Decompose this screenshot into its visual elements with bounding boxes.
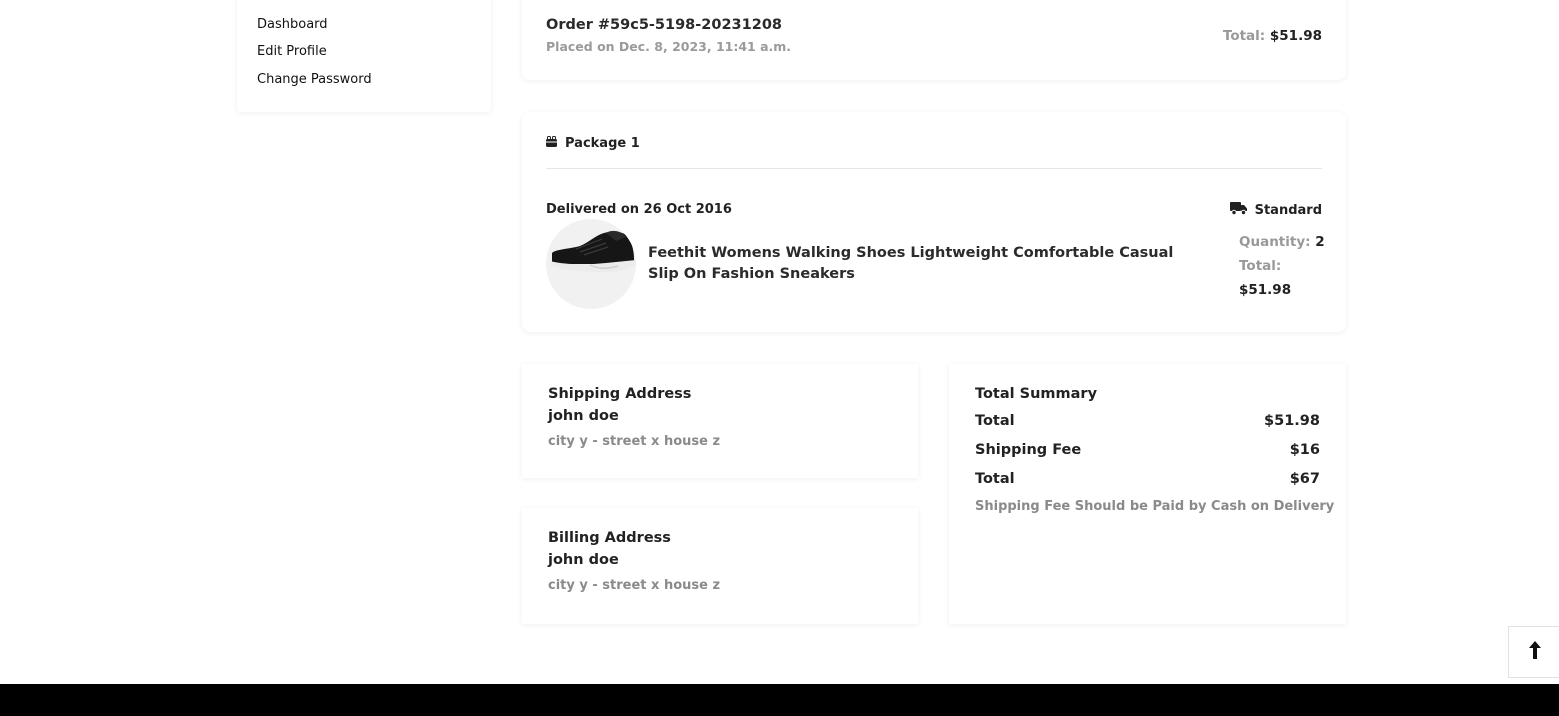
package-header: Package 1 [546, 136, 640, 151]
shipping-address-title: Shipping Address [548, 386, 692, 402]
summary-row-value: $51.98 [1264, 413, 1320, 429]
shipping-address-line: city y - street x house z [548, 434, 721, 449]
summary-note: Shipping Fee Should be Paid by Cash on D… [975, 499, 1335, 514]
order-id: Order #59c5-5198-20231208 [546, 17, 783, 33]
order-header-card: Order #59c5-5198-20231208 Placed on Dec.… [522, 0, 1346, 80]
delivery-status: Delivered on 26 Oct 2016 [546, 202, 732, 217]
sidebar-item-change-password[interactable]: Change Password [257, 72, 372, 87]
item-total-label: Total: [1239, 258, 1282, 274]
product-name[interactable]: Feethit Womens Walking Shoes Lightweight… [648, 243, 1208, 285]
summary-row: Total $67 [975, 471, 1320, 487]
summary-row: Shipping Fee $16 [975, 442, 1320, 458]
summary-row: Total $51.98 [975, 413, 1320, 429]
arrow-up-icon [1528, 641, 1541, 663]
sidebar-item-edit-profile[interactable]: Edit Profile [257, 44, 327, 59]
scroll-top-button[interactable] [1508, 626, 1559, 678]
order-total-label: Total: [1222, 28, 1266, 44]
summary-row-label: Total [975, 413, 1015, 429]
footer [0, 684, 1559, 716]
package-title: Package 1 [565, 136, 640, 151]
truck-icon [1229, 202, 1247, 219]
quantity-label: Quantity: [1239, 234, 1311, 250]
shipping-address-name: john doe [548, 408, 619, 424]
billing-address-card: Billing Address john doe city y - street… [522, 508, 918, 624]
summary-row-value: $16 [1289, 442, 1320, 458]
order-total: Total: $51.98 [1223, 28, 1322, 44]
order-placed-date: Placed on Dec. 8, 2023, 11:41 a.m. [546, 39, 792, 54]
order-total-value: $51.98 [1269, 28, 1322, 44]
sidebar-item-dashboard[interactable]: Dashboard [257, 17, 328, 32]
account-sidebar: Dashboard Edit Profile Change Password [237, 0, 491, 112]
billing-address-line: city y - street x house z [548, 578, 721, 593]
product-image[interactable] [546, 219, 636, 309]
package-divider [546, 168, 1322, 169]
product-quantity-total: Quantity: 2 Total: $51.98 [1239, 230, 1325, 302]
shipping-address-card: Shipping Address john doe city y - stree… [522, 364, 918, 478]
summary-title: Total Summary [975, 386, 1098, 402]
billing-address-name: john doe [548, 552, 619, 568]
item-total-value: $51.98 [1239, 282, 1292, 298]
summary-row-label: Total [975, 471, 1015, 487]
summary-row-value: $67 [1289, 471, 1320, 487]
shipping-method: Standard [1229, 202, 1322, 219]
package-card: Package 1 Delivered on 26 Oct 2016 Feeth… [522, 112, 1346, 332]
total-summary-card: Total Summary Total $51.98 Shipping Fee … [949, 364, 1346, 624]
shipping-method-label: Standard [1254, 203, 1322, 218]
summary-row-label: Shipping Fee [975, 442, 1082, 458]
gift-box-icon [546, 136, 557, 151]
quantity-value: 2 [1315, 234, 1325, 250]
billing-address-title: Billing Address [548, 530, 671, 546]
